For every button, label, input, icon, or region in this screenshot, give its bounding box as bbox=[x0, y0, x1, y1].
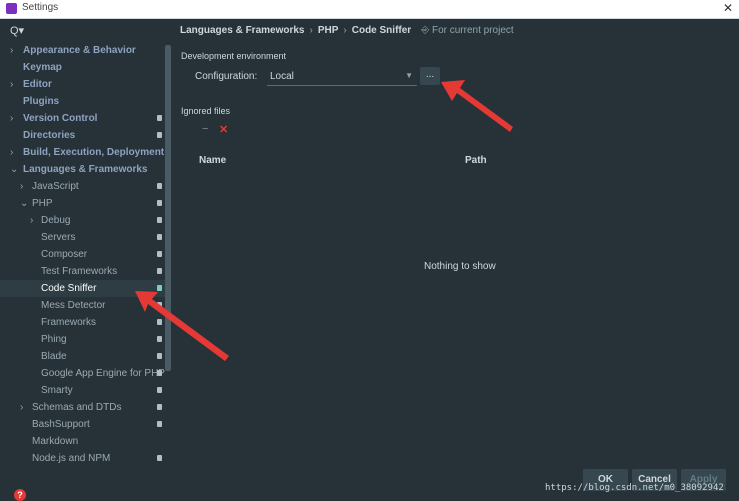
red-arrow-annotation bbox=[135, 291, 229, 361]
red-arrow-annotation bbox=[441, 80, 513, 132]
annotation-arrows bbox=[135, 80, 513, 361]
watermark-text: https://blog.csdn.net/m0_38092942 bbox=[545, 483, 724, 493]
